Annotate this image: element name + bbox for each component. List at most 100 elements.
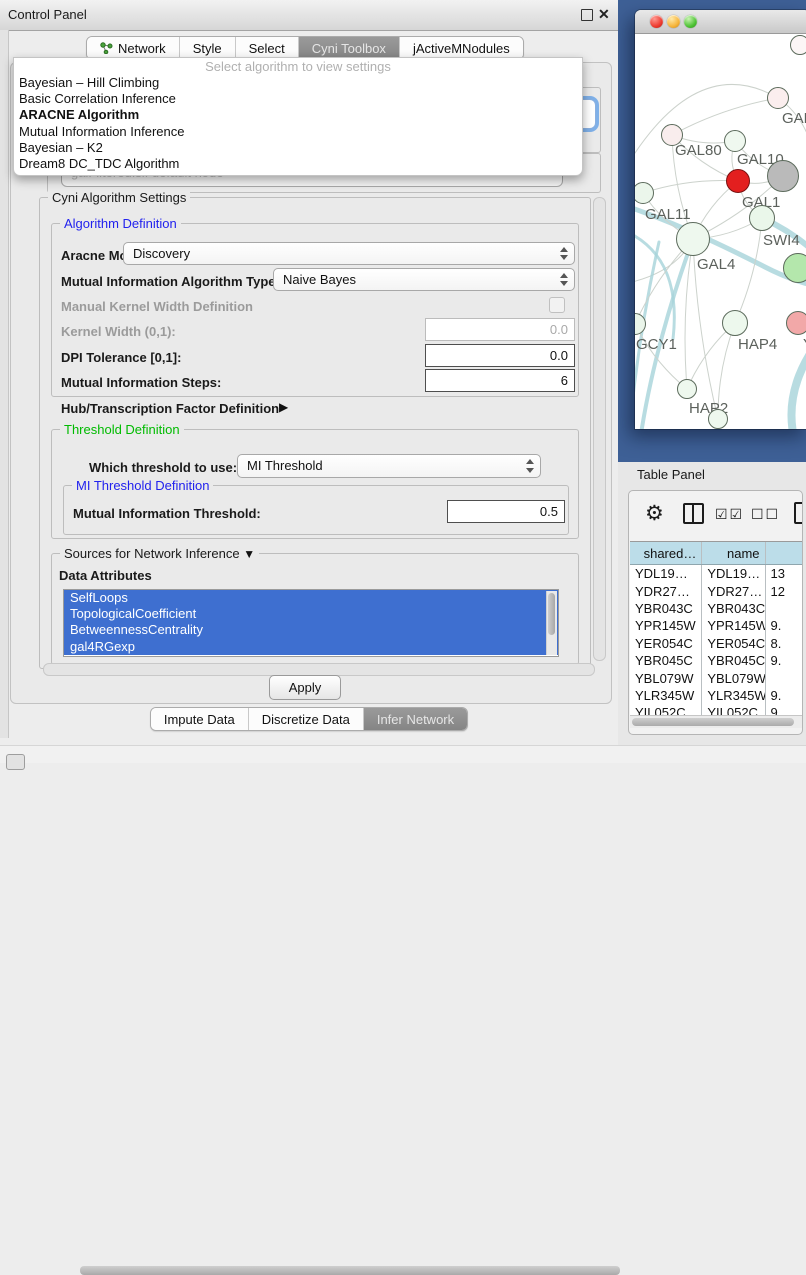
expand-arrow-icon[interactable]: ▶ bbox=[279, 400, 288, 414]
network-node-swi4[interactable] bbox=[749, 205, 775, 231]
network-node-gal10[interactable] bbox=[724, 130, 746, 152]
network-window-titlebar[interactable] bbox=[635, 10, 806, 34]
settings-vertical-scrollbar[interactable] bbox=[593, 197, 606, 661]
panel-edge-strip bbox=[0, 30, 9, 738]
split-columns-icon[interactable] bbox=[683, 503, 704, 524]
window-close-button[interactable] bbox=[650, 15, 663, 28]
data-attributes-label: Data Attributes bbox=[59, 568, 152, 583]
table-row[interactable]: YER054CYER054C8. bbox=[630, 635, 803, 652]
algorithm-option-bayesian-k2[interactable]: Bayesian – K2 bbox=[14, 140, 582, 156]
table-header-name[interactable]: name bbox=[702, 542, 765, 564]
algorithm-option-aracne-algorithm[interactable]: ARACNE Algorithm bbox=[14, 107, 582, 123]
settings-hscroll-thumb[interactable] bbox=[80, 1266, 620, 1275]
table-card: ⚙ ☑☑ ☐☐ shared…nameYDL19…YDL19…13YDR27…Y… bbox=[628, 490, 803, 735]
table-row[interactable]: YPR145WYPR145W9. bbox=[630, 617, 803, 634]
network-node-gal4[interactable] bbox=[676, 222, 710, 256]
algorithm-option-mutual-information-inference[interactable]: Mutual Information Inference bbox=[14, 124, 582, 140]
close-panel-icon[interactable]: ✕ bbox=[598, 6, 610, 23]
mi-threshold-group-title: MI Threshold Definition bbox=[72, 478, 213, 493]
attribute-item-betweennesscentrality[interactable]: BetweennessCentrality bbox=[64, 622, 558, 638]
table-cell: 9. bbox=[766, 687, 803, 704]
algorithm-option-basic-correlation-inference[interactable]: Basic Correlation Inference bbox=[14, 91, 582, 107]
data-attributes-list[interactable]: SelfLoopsTopologicalCoefficientBetweenne… bbox=[63, 589, 559, 657]
table-row[interactable]: YDL19…YDL19…13 bbox=[630, 565, 803, 582]
dpi-tolerance-field[interactable]: 0.0 bbox=[425, 344, 575, 367]
network-node-hap4[interactable] bbox=[722, 310, 748, 336]
attribute-item-topologicalcoefficient[interactable]: TopologicalCoefficient bbox=[64, 606, 558, 622]
table-cell: YPR145W bbox=[630, 617, 702, 634]
table-header-shared[interactable]: shared… bbox=[630, 542, 702, 564]
hub-definition-label[interactable]: Hub/Transcription Factor Definition bbox=[61, 401, 279, 416]
table-cell: YBL079W bbox=[702, 669, 765, 686]
attribute-item-selfloops[interactable]: SelfLoops bbox=[64, 590, 558, 606]
gear-icon[interactable]: ⚙ bbox=[645, 501, 664, 526]
apply-button[interactable]: Apply bbox=[269, 675, 341, 700]
table-row[interactable]: YDR27…YDR27…12 bbox=[630, 582, 803, 599]
algorithm-option-bayesian-hill-climbing[interactable]: Bayesian – Hill Climbing bbox=[14, 75, 582, 91]
tab-label: jActiveMNodules bbox=[413, 41, 510, 56]
table-horizontal-scrollbar[interactable] bbox=[630, 715, 802, 728]
table-row[interactable]: YLR345WYLR345W9. bbox=[630, 687, 803, 704]
tab-cyni-toolbox[interactable]: Cyni Toolbox bbox=[298, 37, 399, 59]
threshold-definition-title: Threshold Definition bbox=[60, 422, 184, 437]
network-node[interactable] bbox=[783, 253, 806, 283]
bottom-tab-impute-data[interactable]: Impute Data bbox=[151, 708, 248, 730]
mi-type-combobox[interactable]: Naive Bayes bbox=[273, 268, 575, 291]
float-panel-icon[interactable] bbox=[581, 9, 593, 21]
tab-style[interactable]: Style bbox=[179, 37, 235, 59]
table-cell: YDR27… bbox=[630, 582, 702, 599]
tab-jactivemnodules[interactable]: jActiveMNodules bbox=[399, 37, 523, 59]
table-header-col2[interactable] bbox=[766, 542, 803, 564]
algorithm-dropdown-popup[interactable]: Select algorithm to view settings Bayesi… bbox=[13, 57, 583, 176]
table-row[interactable]: YBR045CYBR045C9. bbox=[630, 652, 803, 669]
control-panel-titlebar[interactable]: Control Panel ✕ bbox=[0, 0, 618, 31]
node-table[interactable]: shared…nameYDL19…YDL19…13YDR27…YDR27…12Y… bbox=[630, 541, 803, 717]
table-row[interactable]: YBR043CYBR043C bbox=[630, 600, 803, 617]
which-threshold-combobox[interactable]: MI Threshold bbox=[237, 454, 541, 478]
sources-title-text: Sources for Network Inference bbox=[64, 546, 240, 561]
tab-select[interactable]: Select bbox=[235, 37, 298, 59]
table-cell: YBL079W bbox=[630, 669, 702, 686]
algorithm-option-dream8-dc-tdc-algorithm[interactable]: Dream8 DC_TDC Algorithm bbox=[14, 156, 582, 172]
table-cell: YDL19… bbox=[630, 565, 702, 582]
window-zoom-button[interactable] bbox=[684, 15, 697, 28]
manual-kernel-label: Manual Kernel Width Definition bbox=[61, 299, 253, 314]
mi-steps-field[interactable]: 6 bbox=[425, 369, 575, 392]
bottom-tab-infer-network[interactable]: Infer Network bbox=[363, 708, 467, 730]
collapse-arrow-icon[interactable]: ▼ bbox=[243, 547, 255, 561]
manual-kernel-checkbox[interactable] bbox=[549, 297, 565, 313]
attributes-scrollbar[interactable] bbox=[546, 591, 557, 655]
network-node[interactable] bbox=[708, 409, 728, 429]
node-label-gal: GAL bbox=[782, 110, 806, 127]
kernel-width-field[interactable]: 0.0 bbox=[425, 318, 575, 341]
deselect-all-checkboxes-icon[interactable]: ☐☐ bbox=[751, 506, 780, 523]
network-node-hap2[interactable] bbox=[677, 379, 697, 399]
attributes-scroll-thumb[interactable] bbox=[548, 593, 555, 635]
table-cell: YDL19… bbox=[702, 565, 765, 582]
tab-network[interactable]: Network bbox=[87, 37, 179, 59]
table-cell bbox=[766, 669, 803, 686]
network-node[interactable] bbox=[767, 160, 799, 192]
network-view-window[interactable]: GALGAL80GAL10GAL1GAL11SWI4GAL4GCY1HAP4YH… bbox=[635, 10, 806, 429]
table-row[interactable]: YBL079WYBL079W bbox=[630, 669, 803, 686]
aracne-mode-combobox[interactable]: Discovery bbox=[123, 242, 575, 265]
network-canvas[interactable]: GALGAL80GAL10GAL1GAL11SWI4GAL4GCY1HAP4YH… bbox=[635, 34, 806, 429]
table-hscroll-thumb[interactable] bbox=[632, 718, 794, 726]
bottom-tab-discretize-data[interactable]: Discretize Data bbox=[248, 708, 363, 730]
mi-threshold-field[interactable]: 0.5 bbox=[447, 500, 565, 523]
tab-label: Cyni Toolbox bbox=[312, 41, 386, 56]
node-label-hap4: HAP4 bbox=[738, 336, 777, 353]
sources-group-title[interactable]: Sources for Network Inference ▼ bbox=[60, 546, 259, 561]
table-cell: 9. bbox=[766, 652, 803, 669]
network-node[interactable] bbox=[790, 35, 806, 55]
select-all-checkboxes-icon[interactable]: ☑☑ bbox=[715, 506, 744, 523]
kernel-width-label: Kernel Width (0,1): bbox=[61, 324, 176, 339]
attribute-item-gal4rgexp[interactable]: gal4RGexp bbox=[64, 639, 558, 655]
network-node-gal1[interactable] bbox=[726, 169, 750, 193]
network-node-gal[interactable] bbox=[767, 87, 789, 109]
window-minimize-button[interactable] bbox=[667, 15, 680, 28]
table-cell: YBR045C bbox=[702, 652, 765, 669]
document-icon[interactable] bbox=[794, 502, 803, 524]
mini-grid-button[interactable] bbox=[6, 754, 25, 770]
network-node-y[interactable] bbox=[786, 311, 806, 335]
